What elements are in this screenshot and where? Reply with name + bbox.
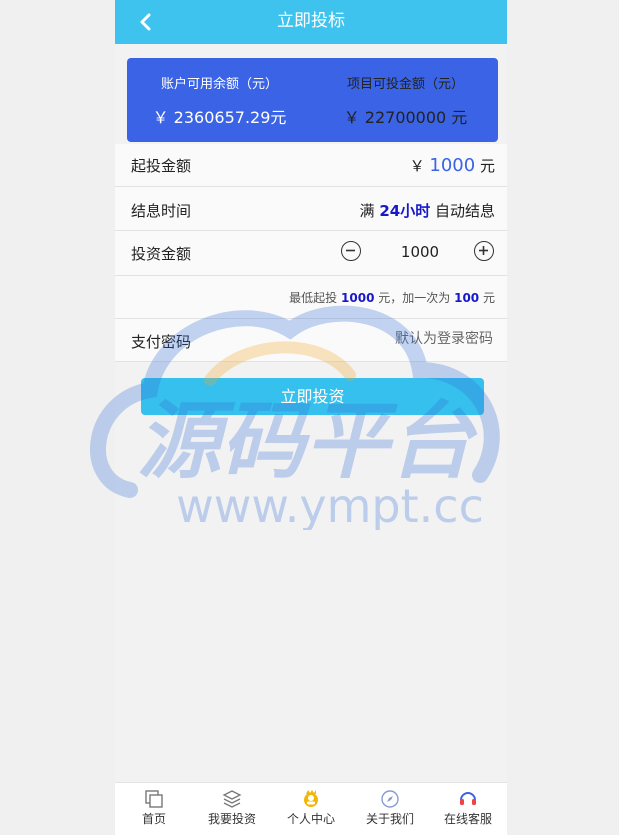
bottom-tab-bar: 首页 我要投资 个人中心 关于我们 在线客服 [115, 782, 507, 835]
investable-amount-label: 项目可投金额（元） [346, 77, 464, 92]
balance-card: 账户可用余额（元） ￥ 2360657.29元 项目可投金额（元） ￥ 2270… [127, 58, 498, 142]
settle-suffix: 自动结息 [434, 202, 495, 220]
investable-amount-value: ￥ 22700000 元 [343, 108, 468, 127]
layers-icon [222, 790, 242, 808]
hint-min-value: 1000 [341, 291, 375, 305]
tab-about[interactable]: 关于我们 [351, 783, 429, 835]
hint-step-value: 100 [454, 291, 480, 305]
tab-invest-label: 我要投资 [207, 812, 256, 826]
tab-invest[interactable]: 我要投资 [193, 783, 271, 835]
tab-user-center[interactable]: 个人中心 [272, 783, 350, 835]
invest-amount-label: 投资金额 [131, 245, 192, 263]
phone-screen: 立即投标 账户可用余额（元） ￥ 2360657.29元 项目可投金额（元） ￥… [115, 0, 507, 835]
invest-amount-input[interactable] [375, 242, 465, 262]
min-invest-value: 1000 [429, 155, 476, 176]
pay-password-label: 支付密码 [131, 333, 192, 351]
chevron-left-icon [140, 13, 151, 31]
tab-home[interactable]: 首页 [115, 783, 193, 835]
back-button[interactable] [137, 13, 155, 31]
headset-icon [460, 792, 476, 805]
min-invest-unit: 元 [479, 157, 495, 175]
pay-password-input[interactable] [271, 330, 495, 348]
settle-time-label: 结息时间 [131, 202, 192, 220]
minus-icon [346, 249, 355, 252]
page-title: 立即投标 [277, 11, 345, 31]
min-invest-amount: ￥ 1000 元 [410, 155, 495, 176]
user-center-icon [304, 790, 318, 807]
decrease-button[interactable] [341, 241, 361, 261]
hint-mid: 元，加一次为 [378, 291, 451, 305]
tab-home-label: 首页 [141, 812, 166, 826]
settle-prefix: 满 [359, 202, 375, 220]
increase-button[interactable] [474, 241, 494, 261]
tab-about-label: 关于我们 [365, 812, 414, 826]
invest-hint-row: 最低起投 1000 元，加一次为 100 元 [115, 276, 507, 319]
pay-password-row: 支付密码 [115, 319, 507, 362]
invest-hint: 最低起投 1000 元，加一次为 100 元 [289, 289, 495, 306]
hint-suffix: 元 [482, 291, 495, 305]
settle-time-row: 结息时间 满 24小时 自动结息 [115, 187, 507, 231]
invest-amount-row: 投资金额 [115, 231, 507, 276]
home-icon [145, 790, 163, 808]
min-invest-label: 起投金额 [131, 157, 192, 175]
header-bar: 立即投标 [115, 0, 507, 44]
tab-service[interactable]: 在线客服 [429, 783, 507, 835]
investable-amount: 项目可投金额（元） ￥ 22700000 元 [313, 58, 498, 128]
tab-user-center-label: 个人中心 [286, 812, 335, 826]
settle-hours: 24小时 [379, 202, 431, 220]
tab-service-label: 在线客服 [443, 812, 492, 826]
min-invest-row: 起投金额 ￥ 1000 元 [115, 144, 507, 187]
plus-icon [479, 246, 488, 255]
available-balance-label: 账户可用余额（元） [160, 77, 278, 92]
currency-symbol: ￥ [409, 157, 425, 175]
compass-icon [381, 790, 399, 808]
invest-submit-button[interactable]: 立即投资 [141, 378, 484, 415]
hint-prefix: 最低起投 [289, 291, 338, 305]
available-balance-value: ￥ 2360657.29元 [152, 108, 287, 127]
settle-time-value: 满 24小时 自动结息 [360, 200, 495, 221]
available-balance: 账户可用余额（元） ￥ 2360657.29元 [127, 58, 312, 128]
